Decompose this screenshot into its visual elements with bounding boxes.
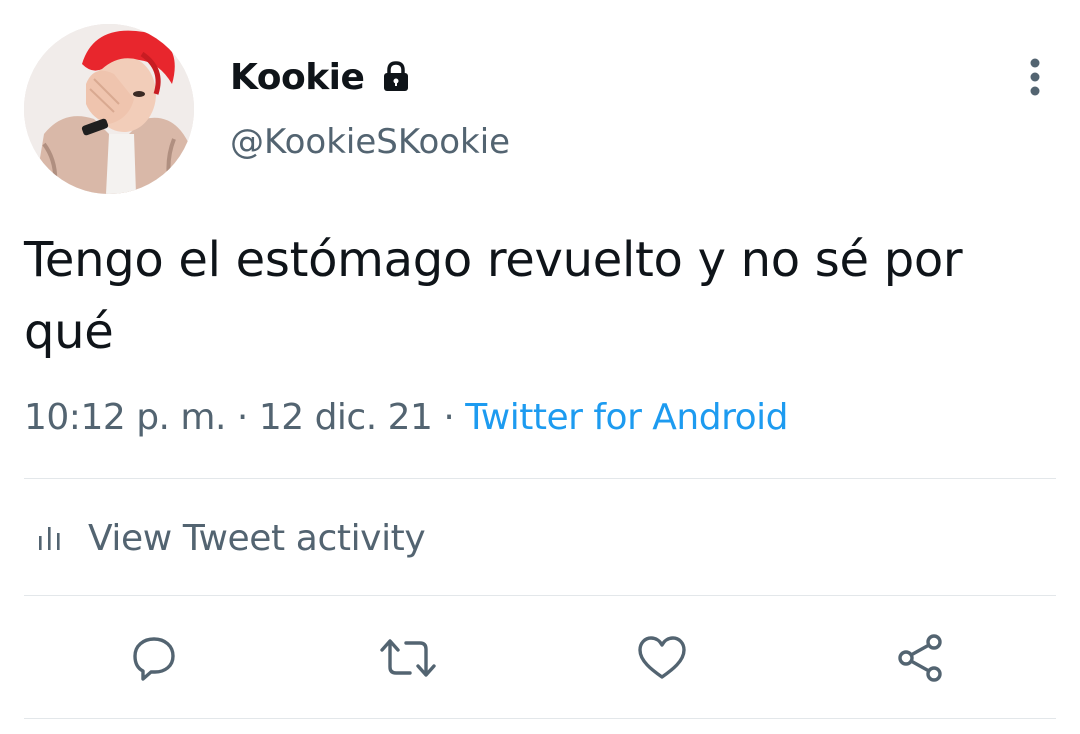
more-vertical-icon xyxy=(1030,58,1040,96)
divider xyxy=(24,478,1056,479)
tweet-date[interactable]: 12 dic. 21 xyxy=(259,397,433,438)
handle[interactable]: @KookieSKookie xyxy=(230,122,510,162)
tweet-time[interactable]: 10:12 p. m. xyxy=(24,397,226,438)
meta-separator: · xyxy=(236,397,248,438)
meta-separator: · xyxy=(443,397,455,438)
tweet-meta: 10:12 p. m. · 12 dic. 21 · Twitter for A… xyxy=(24,392,788,444)
retweet-button[interactable] xyxy=(376,626,440,690)
lock-icon xyxy=(378,59,414,95)
bar-chart-icon xyxy=(39,527,60,550)
avatar[interactable] xyxy=(24,24,194,194)
share-button[interactable] xyxy=(888,626,952,690)
retweet-icon xyxy=(380,639,436,677)
divider xyxy=(24,718,1056,719)
view-tweet-activity-button[interactable]: View Tweet activity xyxy=(24,508,426,568)
like-button[interactable] xyxy=(630,626,694,690)
divider xyxy=(24,595,1056,596)
reply-icon xyxy=(133,637,175,681)
share-icon xyxy=(898,634,942,682)
display-name[interactable]: Kookie xyxy=(230,57,365,98)
heart-icon xyxy=(638,636,686,679)
tweet-source-link[interactable]: Twitter for Android xyxy=(465,397,788,438)
tweet-text: Tengo el estómago revuelto y no sé por q… xyxy=(24,232,963,360)
display-name-row[interactable]: Kookie xyxy=(230,52,414,102)
more-button[interactable] xyxy=(1010,52,1060,102)
view-tweet-activity-label: View Tweet activity xyxy=(88,517,426,559)
avatar-image xyxy=(24,24,194,194)
reply-button[interactable] xyxy=(122,626,186,690)
